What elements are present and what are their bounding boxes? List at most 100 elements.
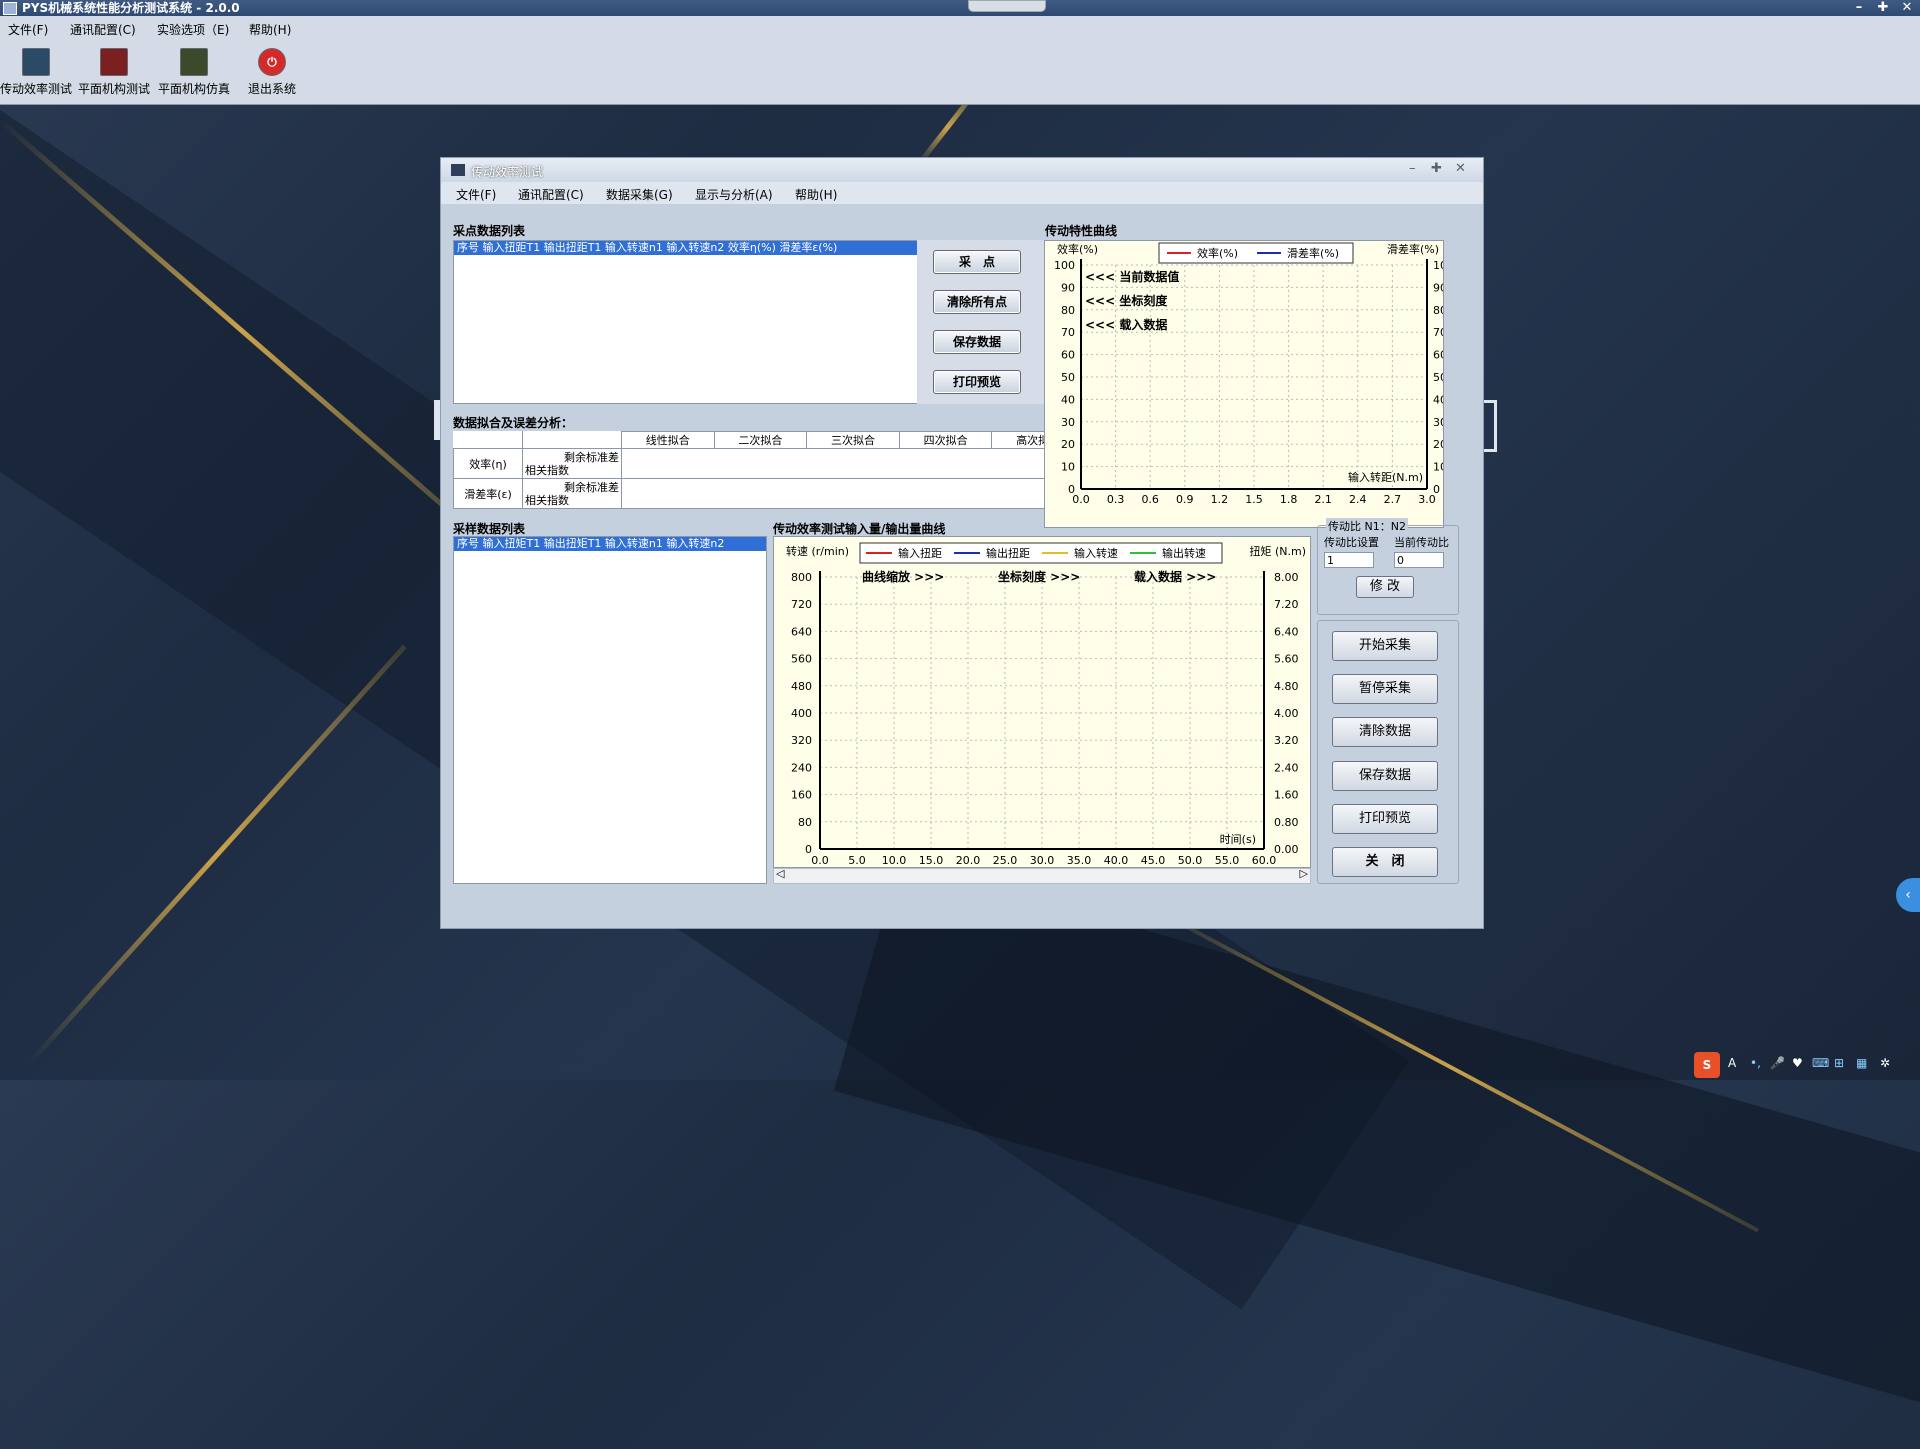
side-collapse-button[interactable]: ‹	[1896, 878, 1920, 912]
toolbar-efficiency-test[interactable]: 传动效率测试	[0, 48, 74, 97]
start-acquisition-button[interactable]: 开始采集	[1332, 631, 1438, 661]
y-right-tick-label: 80	[1433, 304, 1443, 317]
toolbar-exit[interactable]: ⏻ 退出系统	[234, 48, 310, 97]
menu-file[interactable]: 文件(F)	[8, 21, 48, 38]
wmenu-display-analysis[interactable]: 显示与分析(A)	[695, 186, 773, 203]
close-button[interactable]: ✕	[1898, 0, 1916, 16]
mechanism-sim-icon	[180, 48, 208, 76]
chart-annotation: <<< 载入数据	[1085, 317, 1167, 332]
chart-annotation: 坐标刻度 >>>	[998, 569, 1080, 584]
fit-row-name: 滑差率(ε)	[453, 478, 523, 509]
title-grip[interactable]	[968, 0, 1046, 12]
window-close-button[interactable]: ✕	[1455, 161, 1466, 176]
y-right-tick-label: 2.40	[1274, 761, 1299, 774]
menu-help[interactable]: 帮助(H)	[249, 21, 291, 38]
legend-label: 效率(%)	[1197, 246, 1238, 260]
keyboard-icon[interactable]: ⌨	[1812, 1056, 1829, 1070]
modify-ratio-button[interactable]: 修 改	[1356, 576, 1414, 598]
window-minimize-button[interactable]: –	[1409, 161, 1416, 176]
print-preview-button[interactable]: 打印预览	[1332, 804, 1438, 834]
y-right-tick-label: 50	[1433, 371, 1443, 384]
x-tick-label: 2.4	[1349, 493, 1367, 506]
y-left-tick-label: 100	[1054, 259, 1075, 272]
input-method-icon[interactable]: S	[1694, 1052, 1720, 1078]
print-preview-points-button[interactable]: 打印预览	[933, 370, 1021, 394]
clear-points-button[interactable]: 清除所有点	[933, 290, 1021, 314]
y-right-tick-label: 60	[1433, 349, 1443, 362]
fit-col-header: 二次拟合	[713, 431, 808, 449]
y-right-tick-label: 3.20	[1274, 734, 1299, 747]
toolbar-mechanism-test[interactable]: 平面机构测试	[76, 48, 152, 97]
app-icon	[3, 2, 17, 15]
menu-experiment[interactable]: 实验选项（E)	[157, 21, 229, 38]
sample-data-list[interactable]: 序号 输入扭矩T1 输出扭矩T1 输入转速n1 输入转速n2	[453, 536, 767, 884]
char-chart[interactable]: 0.00.30.60.91.21.51.82.12.42.73.01001009…	[1044, 240, 1444, 528]
window-maximize-button[interactable]: ✚	[1431, 161, 1442, 176]
x-tick-label: 55.0	[1215, 854, 1240, 867]
sample-list-label: 采样数据列表	[453, 522, 526, 536]
y-left-tick-label: 10	[1061, 461, 1075, 474]
save-data-button[interactable]: 保存数据	[1332, 761, 1438, 791]
window-icon	[451, 164, 465, 176]
y-left-tick-label: 240	[791, 761, 812, 774]
fit-row-sub: 相关指数	[525, 493, 569, 507]
fit-corner	[453, 431, 523, 449]
ratio-set-input[interactable]	[1324, 552, 1374, 568]
wmenu-data-acquisition[interactable]: 数据采集(G)	[606, 186, 673, 203]
scroll-left-icon[interactable]: ◁	[776, 867, 784, 880]
system-tray: S A •, 🎤 ♥ ⌨ ⊞ ▦ ✲	[1694, 1052, 1920, 1080]
x-tick-label: 50.0	[1178, 854, 1203, 867]
pause-acquisition-button[interactable]: 暂停采集	[1332, 674, 1438, 704]
chart-annotation: <<< 坐标刻度	[1085, 293, 1168, 308]
io-chart[interactable]: 0.0 5.0 10.0 15.0 20.0 25.0 30.0 35.0 40.0 45.0 50…	[773, 536, 1311, 868]
close-window-button[interactable]: 关 闭	[1332, 847, 1438, 877]
y-right-tick-label: 6.40	[1274, 625, 1299, 638]
menu-comm-config[interactable]: 通讯配置(C)	[70, 21, 136, 38]
x-tick-label: 15.0	[919, 854, 944, 867]
power-icon: ⏻	[258, 48, 286, 76]
y-right-tick-label: 30	[1433, 416, 1443, 429]
grid-icon[interactable]: ▦	[1856, 1056, 1867, 1070]
fit-row-sub: 剩余标准差	[564, 480, 619, 494]
x-tick-label: 45.0	[1141, 854, 1166, 867]
app-title: PYS机械系统性能分析测试系统 - 2.0.0	[22, 1, 240, 15]
tray-punctuation-icon[interactable]: •,	[1750, 1056, 1761, 1070]
game-icon[interactable]: ⊞	[1834, 1056, 1844, 1070]
x-tick-label: 10.0	[882, 854, 907, 867]
io-chart-scrollbar[interactable]: ◁ ▷	[773, 867, 1311, 884]
window-menubar: 文件(F) 通讯配置(C) 数据采集(G) 显示与分析(A) 帮助(H)	[441, 182, 1483, 204]
maximize-button[interactable]: ✚	[1874, 0, 1892, 16]
ratio-current-input[interactable]	[1394, 552, 1444, 568]
point-data-list[interactable]: 序号 输入扭距T1 输出扭距T1 输入转速n1 输入转速n2 效率η(%) 滑差…	[453, 240, 919, 404]
fit-table: 线性拟合 二次拟合 三次拟合 四次拟合 高次拟合 效率(η) 剩余标准差 相关指…	[453, 431, 1085, 509]
settings-icon[interactable]: ✲	[1880, 1056, 1890, 1070]
chart-annotation: <<< 当前数据值	[1085, 269, 1179, 284]
emoji-icon[interactable]: ♥	[1792, 1056, 1803, 1070]
wmenu-comm-config[interactable]: 通讯配置(C)	[518, 186, 584, 203]
microphone-icon[interactable]: 🎤	[1770, 1056, 1785, 1070]
clear-data-button[interactable]: 清除数据	[1332, 717, 1438, 747]
save-points-button[interactable]: 保存数据	[933, 330, 1021, 354]
ratio-set-label: 传动比设置	[1324, 536, 1379, 549]
minimize-button[interactable]: –	[1850, 0, 1868, 16]
right-axis-title: 滑差率(%)	[1387, 242, 1439, 256]
x-tick-label: 2.7	[1384, 493, 1402, 506]
y-left-tick-label: 0	[805, 843, 812, 856]
y-left-tick-label: 320	[791, 734, 812, 747]
fit-col-header: 三次拟合	[806, 431, 900, 449]
fit-row-sub: 剩余标准差	[564, 450, 619, 464]
sample-point-button[interactable]: 采 点	[933, 250, 1021, 274]
toolbar-mechanism-sim[interactable]: 平面机构仿真	[156, 48, 232, 97]
tray-letter-icon[interactable]: A	[1728, 1056, 1736, 1070]
scroll-right-icon[interactable]: ▷	[1300, 867, 1308, 880]
y-left-tick-label: 40	[1061, 393, 1075, 406]
right-axis-title: 扭矩 (N.m)	[1249, 544, 1306, 558]
x-tick-label: 1.2	[1211, 493, 1229, 506]
wmenu-file[interactable]: 文件(F)	[456, 186, 496, 203]
y-right-tick-label: 100	[1433, 259, 1443, 272]
efficiency-test-window: 传动效率测试 – ✚ ✕ 文件(F) 通讯配置(C) 数据采集(G) 显示与分析…	[440, 157, 1484, 929]
app-toolbar: 传动效率测试 平面机构测试 平面机构仿真 ⏻ 退出系统	[0, 42, 1920, 105]
wmenu-help[interactable]: 帮助(H)	[795, 186, 837, 203]
y-left-tick-label: 60	[1061, 349, 1075, 362]
window-title-bar: 传动效率测试 – ✚ ✕	[441, 158, 1483, 182]
